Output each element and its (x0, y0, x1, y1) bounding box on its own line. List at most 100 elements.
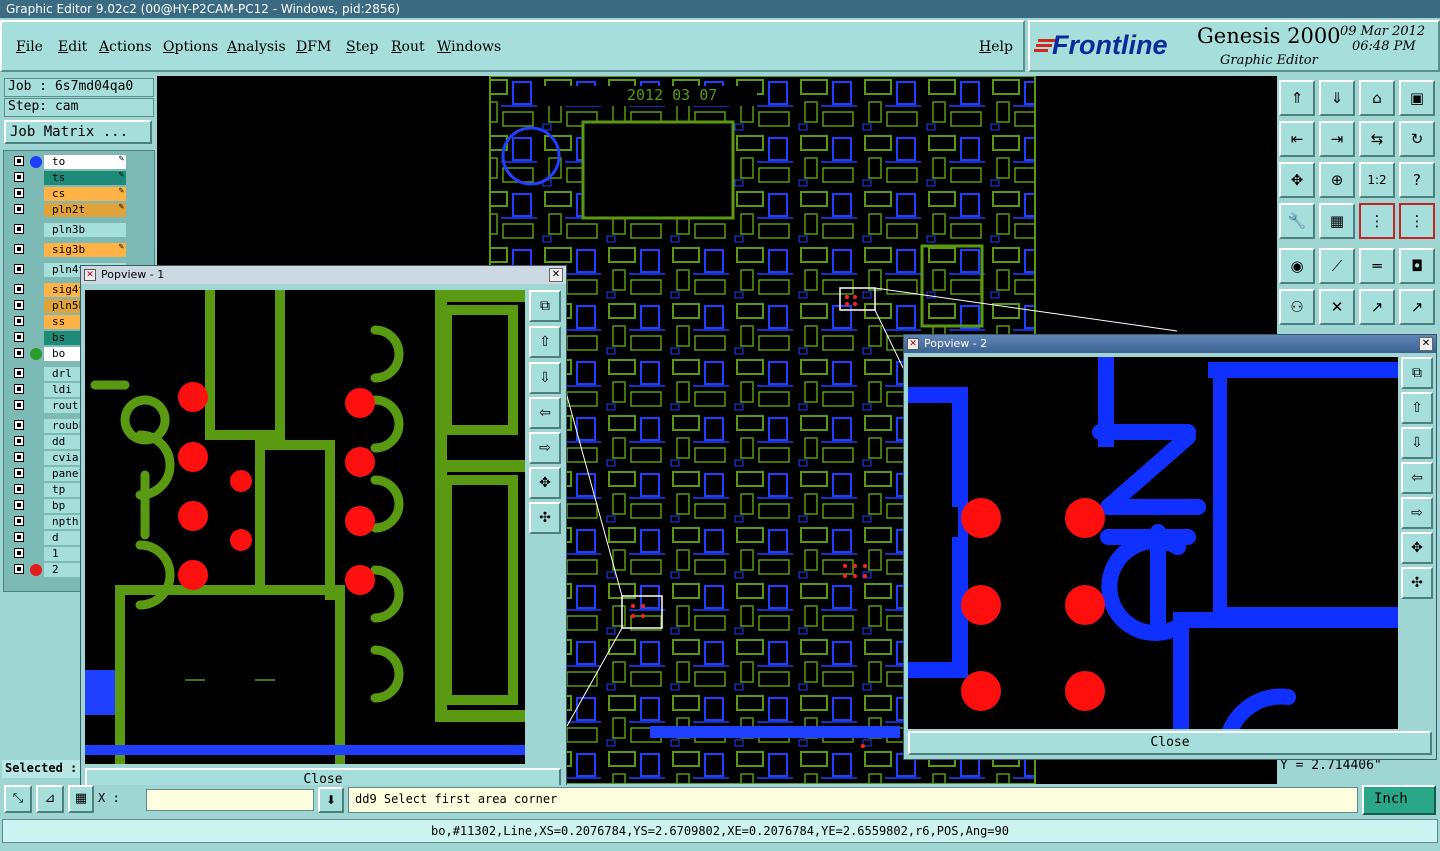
net-icon[interactable]: ⚇ (1279, 289, 1315, 325)
wrench-icon[interactable]: 🔧 (1279, 203, 1315, 239)
menu-rout[interactable]: Rout (391, 39, 425, 55)
menu-windows[interactable]: Windows (437, 39, 501, 55)
layer-name[interactable]: pln2t (44, 202, 126, 217)
layer-checkbox[interactable] (14, 548, 24, 558)
popview-2-title-bar[interactable]: ✕ Popview - 2 ✕ (904, 335, 1436, 353)
layer-checkbox[interactable] (14, 204, 24, 214)
route2-icon[interactable]: ↗ (1399, 289, 1435, 325)
cross-icon[interactable]: ✕ (1319, 289, 1355, 325)
popview-2-view[interactable] (908, 357, 1398, 729)
layer-checkbox[interactable] (14, 516, 24, 526)
snap2-icon[interactable]: ⋮ (1399, 203, 1435, 239)
select-icon[interactable]: ◘ (1399, 248, 1435, 284)
menu-analysis[interactable]: Analysis (227, 39, 286, 55)
zoom-fit-icon[interactable]: ✥ (1279, 162, 1315, 198)
help-icon[interactable]: ? (1399, 162, 1435, 198)
popview-2-move-button[interactable]: ✣ (1401, 567, 1433, 599)
layer-checkbox[interactable] (14, 224, 24, 234)
layer-checkbox[interactable] (14, 188, 24, 198)
layer-checkbox[interactable] (14, 264, 24, 274)
popview-2-expand-button[interactable]: ⧉ (1401, 357, 1433, 389)
ruler-icon[interactable]: ═ (1359, 248, 1395, 284)
layer-checkbox[interactable] (14, 500, 24, 510)
layer-row[interactable]: ts (12, 170, 129, 185)
snap-icon[interactable]: ⋮ (1359, 203, 1395, 239)
redraw-icon[interactable]: ↻ (1399, 121, 1435, 157)
window-icon[interactable]: ▣ (1399, 80, 1435, 116)
popview-1-view[interactable] (85, 290, 525, 764)
window-title-bar[interactable]: Graphic Editor 9.02c2 (00@HY-P2CAM-PC12 … (0, 0, 1440, 18)
layer-checkbox[interactable] (14, 484, 24, 494)
measure-icon[interactable]: ⟋ (1319, 248, 1355, 284)
layer-name[interactable]: pln3b (44, 223, 126, 237)
job-matrix-button[interactable]: Job Matrix ... (4, 120, 152, 144)
popview-1-left-button[interactable]: ⇦ (529, 397, 561, 429)
pan-right-icon[interactable]: ⇥ (1319, 121, 1355, 157)
unit-selector[interactable]: Inch (1362, 785, 1436, 815)
layer-checkbox[interactable] (14, 384, 24, 394)
layer-name[interactable]: to (44, 154, 126, 169)
layer-checkbox[interactable] (14, 436, 24, 446)
layer-name[interactable]: cs (44, 186, 126, 201)
popview-1-right-button[interactable]: ⇨ (529, 432, 561, 464)
page-up-icon[interactable]: ⇑ (1279, 80, 1315, 116)
popview-1-title-bar[interactable]: ✕ Popview - 1 ✕ (81, 266, 566, 284)
menu-dfm[interactable]: DFM (296, 39, 331, 55)
grid-icon[interactable]: ▦ (68, 785, 94, 813)
popview-1-up-button[interactable]: ⇧ (529, 326, 561, 358)
menu-step[interactable]: Step (346, 39, 378, 55)
arrow-down-icon[interactable]: ⬇ (318, 787, 344, 813)
popview-2-close-icon[interactable]: ✕ (1419, 337, 1433, 351)
layer-checkbox[interactable] (14, 348, 24, 358)
layer-checkbox[interactable] (14, 300, 24, 310)
menu-actions[interactable]: Actions (99, 39, 152, 55)
layer-checkbox[interactable] (14, 156, 24, 166)
popview-2-up-button[interactable]: ⇧ (1401, 392, 1433, 424)
popview-2-right-button[interactable]: ⇨ (1401, 497, 1433, 529)
page-down-icon[interactable]: ⇓ (1319, 80, 1355, 116)
x-input[interactable] (146, 789, 314, 811)
measure-icon[interactable]: ⊿ (36, 785, 64, 813)
popview-2-close-button[interactable]: Close (908, 731, 1432, 755)
layer-checkbox[interactable] (14, 172, 24, 182)
layer-checkbox[interactable] (14, 452, 24, 462)
layer-checkbox[interactable] (14, 532, 24, 542)
popview-2-fit-button[interactable]: ✥ (1401, 532, 1433, 564)
layer-row[interactable]: sig3b (12, 242, 129, 257)
target-icon[interactable]: ◉ (1279, 248, 1315, 284)
layer-checkbox[interactable] (14, 284, 24, 294)
layer-row[interactable]: pln3b (12, 223, 129, 237)
menu-edit[interactable]: Edit (58, 39, 87, 55)
pan-left-icon[interactable]: ⇤ (1279, 121, 1315, 157)
layer-checkbox[interactable] (14, 420, 24, 430)
menu-file[interactable]: File (16, 39, 43, 55)
scale-icon[interactable]: 1:2 (1359, 162, 1395, 198)
layer-row[interactable]: pln2t (12, 202, 129, 217)
popview-1-close-icon[interactable]: ✕ (549, 268, 563, 282)
swap-icon[interactable]: ⇆ (1359, 121, 1395, 157)
zoom-icon[interactable]: ⊕ (1319, 162, 1355, 198)
layer-row[interactable]: cs (12, 186, 129, 201)
popview-2-left-button[interactable]: ⇦ (1401, 462, 1433, 494)
layer-name[interactable]: ts (44, 170, 126, 185)
popview-1-down-button[interactable]: ⇩ (529, 362, 561, 394)
layer-checkbox[interactable] (14, 368, 24, 378)
layer-checkbox[interactable] (14, 332, 24, 342)
grid-icon[interactable]: ▦ (1319, 203, 1355, 239)
layer-checkbox[interactable] (14, 400, 24, 410)
popview-2-down-button[interactable]: ⇩ (1401, 427, 1433, 459)
popview-1-fit-button[interactable]: ✥ (529, 467, 561, 499)
home-icon[interactable]: ⌂ (1359, 80, 1395, 116)
layer-checkbox[interactable] (14, 316, 24, 326)
popview-1-move-button[interactable]: ✣ (529, 502, 561, 534)
route-icon[interactable]: ↗ (1359, 289, 1395, 325)
zoom-area-icon[interactable]: ⤡ (4, 785, 32, 813)
layer-row[interactable]: to (12, 154, 129, 169)
menu-options[interactable]: Options (163, 39, 218, 55)
layer-checkbox[interactable] (14, 564, 24, 574)
layer-checkbox[interactable] (14, 244, 24, 254)
layer-checkbox[interactable] (14, 468, 24, 478)
popview-1-expand-button[interactable]: ⧉ (529, 290, 561, 322)
layer-name[interactable]: sig3b (44, 242, 126, 257)
menu-help[interactable]: Help (979, 39, 1013, 55)
